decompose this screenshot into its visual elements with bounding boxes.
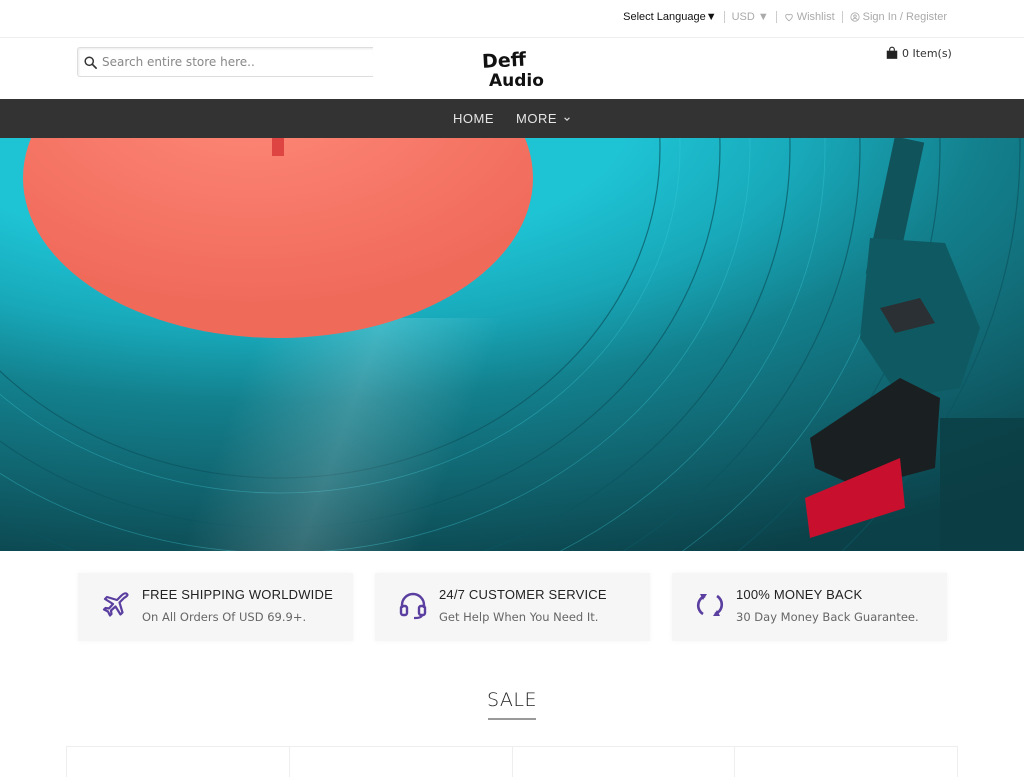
search-box[interactable]	[77, 47, 373, 77]
signin-link[interactable]: Sign In / Register	[850, 11, 947, 23]
signin-label: Sign In / Register	[862, 11, 947, 23]
currency-label: USD	[731, 11, 755, 23]
language-label: Select Language	[623, 11, 706, 23]
cart-count: 0 Item(s)	[902, 46, 952, 60]
cart-button[interactable]: 0 Item(s)	[885, 46, 952, 60]
feature-free-shipping: FREE SHIPPING WORLDWIDE On All Orders Of…	[78, 573, 353, 641]
section-title-underline	[488, 718, 536, 720]
nav-item-label: MORE	[516, 111, 557, 126]
feature-customer-service: 24/7 CUSTOMER SERVICE Get Help When You …	[375, 573, 650, 641]
section-title-sale: SALE	[486, 689, 537, 711]
feature-money-back: 100% MONEY BACK 30 Day Money Back Guaran…	[672, 573, 947, 641]
logo[interactable]: Deff Audio	[480, 47, 546, 91]
features-bar: FREE SHIPPING WORLDWIDE On All Orders Of…	[78, 573, 947, 641]
currency-dropdown-arrow: ▼	[757, 11, 769, 23]
refresh-icon	[696, 594, 724, 616]
vinyl-record-image	[0, 138, 1024, 551]
feature-description: 30 Day Money Back Guarantee.	[736, 610, 919, 624]
feature-title: FREE SHIPPING WORLDWIDE	[142, 587, 333, 602]
top-bar: Select Language▼ USD ▼ Wishlist Sign In /…	[0, 0, 1024, 38]
logo-text-line2: Audio	[489, 71, 544, 89]
header: Deff Audio 0 Item(s)	[0, 39, 1024, 99]
language-selector[interactable]: Select Language▼	[623, 11, 716, 23]
chevron-down-icon	[564, 116, 570, 121]
logo-text-line1: Deff	[481, 49, 527, 73]
feature-description: On All Orders Of USD 69.9+.	[142, 610, 307, 624]
feature-description: Get Help When You Need It.	[439, 610, 599, 624]
divider	[775, 11, 777, 23]
wishlist-label: Wishlist	[796, 11, 835, 23]
feature-title: 100% MONEY BACK	[736, 587, 863, 602]
product-card[interactable]	[288, 747, 512, 777]
divider	[841, 11, 843, 23]
wishlist-link[interactable]: Wishlist	[784, 11, 835, 23]
shopping-bag-icon	[886, 46, 898, 59]
nav-item-home[interactable]: HOME	[453, 111, 494, 126]
headset-icon	[399, 592, 427, 620]
search-icon[interactable]	[83, 55, 98, 70]
heart-icon	[784, 13, 793, 22]
product-card[interactable]	[511, 747, 735, 777]
main-nav: HOME MORE	[0, 99, 1024, 138]
divider	[723, 11, 725, 23]
language-dropdown-arrow: ▼	[705, 11, 717, 23]
hero-banner[interactable]	[0, 138, 1024, 551]
nav-item-more[interactable]: MORE	[516, 111, 571, 126]
nav-item-label: HOME	[453, 111, 494, 126]
airplane-icon	[102, 592, 129, 617]
product-card[interactable]	[734, 747, 958, 777]
user-circle-icon	[850, 12, 860, 22]
feature-title: 24/7 CUSTOMER SERVICE	[439, 587, 607, 602]
product-card[interactable]	[66, 747, 289, 777]
sale-products-grid	[66, 746, 958, 777]
search-input[interactable]	[102, 55, 362, 69]
currency-selector[interactable]: USD ▼	[732, 11, 769, 23]
